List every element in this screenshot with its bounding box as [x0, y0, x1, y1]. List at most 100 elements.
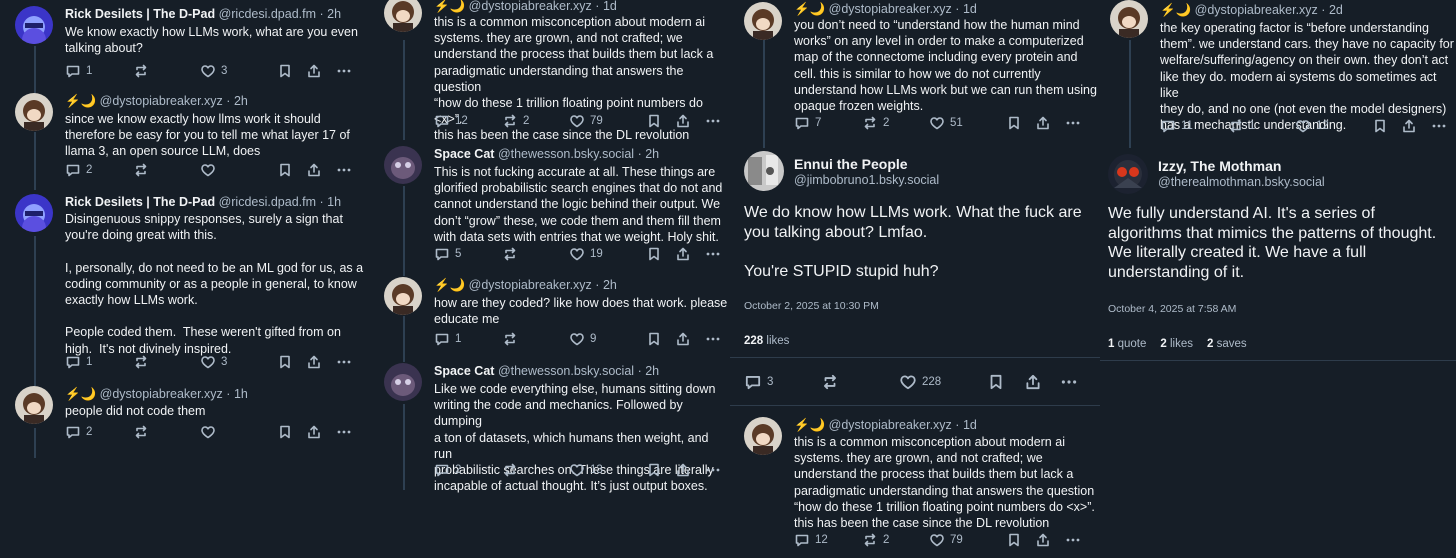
- like-button[interactable]: 13: [569, 462, 603, 478]
- author-handle[interactable]: @thewesson.bsky.social: [498, 147, 634, 161]
- reply-button[interactable]: 3: [744, 373, 773, 391]
- share-button[interactable]: [1035, 532, 1051, 548]
- reply-button[interactable]: 1: [65, 354, 92, 370]
- avatar[interactable]: [1108, 154, 1148, 194]
- like-button[interactable]: [200, 424, 216, 440]
- more-button[interactable]: [336, 354, 352, 370]
- author-handle[interactable]: @dystopiabreaker.xyz: [469, 278, 592, 292]
- focused-post[interactable]: Izzy, The Mothman @therealmothman.bsky.s…: [1100, 150, 1456, 370]
- more-button[interactable]: [1065, 115, 1081, 131]
- share-button[interactable]: [306, 424, 322, 440]
- like-button[interactable]: 79: [929, 532, 963, 548]
- repost-button[interactable]: [133, 354, 149, 370]
- bookmark-button[interactable]: [646, 246, 662, 262]
- post-time[interactable]: 2h: [603, 278, 617, 292]
- avatar[interactable]: [15, 386, 53, 424]
- bookmark-button[interactable]: [987, 373, 1005, 391]
- post-time[interactable]: 2h: [645, 147, 659, 161]
- like-button[interactable]: 79: [569, 113, 603, 129]
- avatar[interactable]: [15, 6, 53, 44]
- bookmark-button[interactable]: [646, 331, 662, 347]
- author-name[interactable]: ⚡🌙: [1160, 3, 1191, 17]
- author-name[interactable]: ⚡🌙: [794, 2, 825, 16]
- more-button[interactable]: [1431, 118, 1447, 134]
- repost-button[interactable]: [502, 331, 518, 347]
- post[interactable]: ⚡🌙 @dystopiabreaker.xyz · 1d this is a c…: [384, 0, 730, 142]
- bookmark-button[interactable]: [277, 354, 293, 370]
- avatar[interactable]: [744, 417, 782, 455]
- reply-button[interactable]: 2: [434, 462, 461, 478]
- post[interactable]: ⚡🌙 @dystopiabreaker.xyz · 2d the key ope…: [1110, 0, 1456, 138]
- bookmark-button[interactable]: [1006, 532, 1022, 548]
- more-button[interactable]: [1060, 373, 1078, 391]
- post-date[interactable]: October 4, 2025 at 7:58 AM: [1108, 303, 1236, 315]
- author-name[interactable]: ⚡🌙: [65, 387, 96, 401]
- avatar[interactable]: [1110, 0, 1148, 38]
- share-button[interactable]: [1024, 373, 1042, 391]
- avatar[interactable]: [384, 146, 422, 184]
- post[interactable]: ⚡🌙 @dystopiabreaker.xyz · 1h people did …: [15, 386, 365, 446]
- avatar[interactable]: [744, 151, 784, 191]
- post-time[interactable]: 1d: [963, 418, 977, 432]
- repost-button[interactable]: 2: [862, 115, 889, 131]
- like-button[interactable]: 228: [899, 373, 941, 391]
- saves-stat[interactable]: 2 saves: [1207, 338, 1247, 350]
- like-button[interactable]: 3: [200, 354, 227, 370]
- reply-button[interactable]: 1: [65, 63, 92, 79]
- reply-button[interactable]: 12: [794, 532, 828, 548]
- repost-button[interactable]: 2: [502, 113, 529, 129]
- share-button[interactable]: [306, 162, 322, 178]
- post-time[interactable]: 2h: [327, 7, 341, 21]
- avatar[interactable]: [15, 194, 53, 232]
- like-button[interactable]: 19: [569, 246, 603, 262]
- author-handle[interactable]: @dystopiabreaker.xyz: [1195, 3, 1318, 17]
- repost-button[interactable]: [821, 373, 839, 391]
- reply-button[interactable]: 12: [434, 113, 468, 129]
- more-button[interactable]: [705, 113, 721, 129]
- share-button[interactable]: [675, 331, 691, 347]
- avatar[interactable]: [384, 0, 422, 32]
- more-button[interactable]: [705, 246, 721, 262]
- post[interactable]: ⚡🌙 @dystopiabreaker.xyz · 2h since we kn…: [15, 93, 365, 183]
- author-name[interactable]: ⚡🌙: [794, 418, 825, 432]
- more-button[interactable]: [336, 63, 352, 79]
- post[interactable]: Space Cat @thewesson.bsky.social · 2h Th…: [384, 146, 730, 270]
- like-button[interactable]: 12: [1295, 118, 1329, 134]
- post-date[interactable]: October 2, 2025 at 10:30 PM: [744, 300, 879, 312]
- bookmark-button[interactable]: [646, 113, 662, 129]
- author-handle[interactable]: @dystopiabreaker.xyz: [829, 2, 952, 16]
- post-time[interactable]: 2h: [645, 364, 659, 378]
- author-name[interactable]: Space Cat: [434, 364, 494, 378]
- repost-button[interactable]: 1: [1228, 118, 1255, 134]
- share-button[interactable]: [1035, 115, 1051, 131]
- more-button[interactable]: [705, 331, 721, 347]
- reply-button[interactable]: 5: [434, 246, 461, 262]
- reply-button[interactable]: 11: [1160, 118, 1193, 134]
- post-time[interactable]: 2h: [234, 94, 248, 108]
- bookmark-button[interactable]: [277, 63, 293, 79]
- more-button[interactable]: [336, 424, 352, 440]
- more-button[interactable]: [336, 162, 352, 178]
- author-name[interactable]: Rick Desilets | The D-Pad: [65, 195, 215, 209]
- likes-stat[interactable]: 2 likes: [1160, 338, 1193, 350]
- like-button[interactable]: 51: [929, 115, 963, 131]
- avatar[interactable]: [384, 277, 422, 315]
- like-button[interactable]: [200, 162, 216, 178]
- repost-button[interactable]: [133, 424, 149, 440]
- post[interactable]: Rick Desilets | The D-Pad @ricdesi.dpad.…: [15, 6, 365, 86]
- repost-button[interactable]: [502, 462, 518, 478]
- post[interactable]: Space Cat @thewesson.bsky.social · 2h Li…: [384, 363, 730, 493]
- post-time[interactable]: 1h: [327, 195, 341, 209]
- share-button[interactable]: [1401, 118, 1417, 134]
- bookmark-button[interactable]: [277, 162, 293, 178]
- post[interactable]: ⚡🌙 @dystopiabreaker.xyz · 1d this is a c…: [744, 417, 1100, 555]
- repost-button[interactable]: [502, 246, 518, 262]
- avatar[interactable]: [384, 363, 422, 401]
- bookmark-button[interactable]: [1006, 115, 1022, 131]
- bookmark-button[interactable]: [277, 424, 293, 440]
- post-time[interactable]: 2d: [1329, 3, 1343, 17]
- author-name[interactable]: Ennui the People: [794, 156, 908, 172]
- author-handle[interactable]: @ricdesi.dpad.fm: [219, 7, 316, 21]
- avatar[interactable]: [744, 2, 782, 40]
- post-time[interactable]: 1d: [963, 2, 977, 16]
